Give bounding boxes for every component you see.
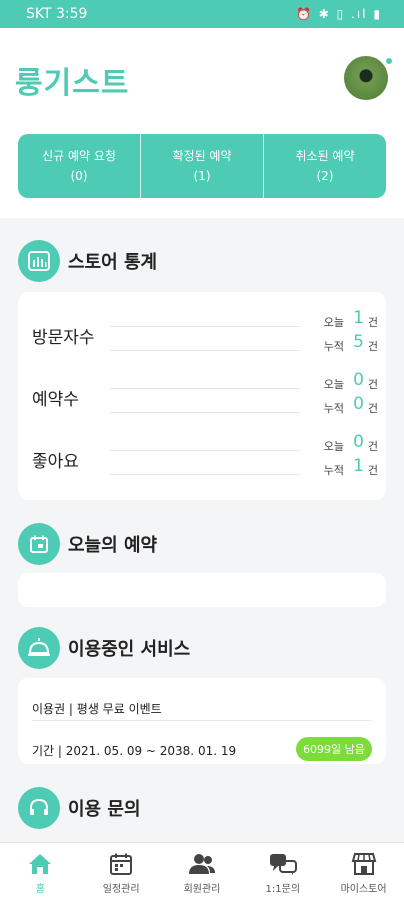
stat-label: 좋아요 — [32, 452, 79, 472]
service-card: 이용권 | 평생 무료 이벤트 기간 | 2021. 05. 09 ~ 2038… — [18, 678, 386, 764]
store-icon — [351, 851, 377, 877]
stat-total: 누적 1 건 — [323, 456, 378, 477]
stat-row-reservations: 예약수 오늘 0 건 누적 0 건 — [18, 368, 386, 424]
status-bar: SKT 3:59 ⏰ ✱ ▯ .ıl ▮ — [0, 0, 404, 28]
divider — [110, 412, 300, 413]
reservation-summary: 신규 예약 요청 (0) 확정된 예약 (1) 취소된 예약 (2) — [18, 134, 386, 198]
today-reservations-card — [18, 573, 386, 607]
inquiry-title: 이용 문의 — [68, 799, 141, 820]
nav-schedule[interactable]: 일정관리 — [81, 843, 162, 900]
stats-card: 방문자수 오늘 1 건 누적 5 건 예약수 오늘 0 건 누적 0 건 좋아요 — [18, 292, 386, 500]
divider — [110, 450, 300, 451]
stats-section-header: 스토어 통계 — [18, 240, 157, 282]
divider — [110, 326, 300, 327]
cancelled-reservation-label: 취소된 예약 — [295, 149, 355, 163]
headset-icon — [18, 787, 60, 829]
today-reservations-header: 오늘의 예약 — [18, 523, 157, 565]
stat-label: 예약수 — [32, 390, 79, 410]
stat-total: 누적 5 건 — [323, 332, 378, 353]
confirmed-reservation-button[interactable]: 확정된 예약 (1) — [141, 134, 264, 198]
stat-today-value: 0 — [353, 370, 364, 390]
calendar-icon — [109, 851, 133, 877]
bell-service-icon — [18, 627, 60, 669]
days-remaining-badge: 6099일 남음 — [296, 737, 372, 761]
stat-today: 오늘 0 건 — [323, 370, 378, 391]
users-icon — [188, 851, 216, 877]
nav-label: 회원관리 — [183, 884, 221, 895]
chat-icon — [269, 851, 297, 877]
stat-today-value: 0 — [353, 432, 364, 452]
divider — [32, 720, 372, 721]
nav-label: 일정관리 — [102, 884, 140, 895]
stat-today: 오늘 1 건 — [323, 308, 378, 329]
stat-total-value: 0 — [353, 394, 364, 414]
cancelled-reservation-button[interactable]: 취소된 예약 (2) — [264, 134, 386, 198]
nav-members[interactable]: 회원관리 — [162, 843, 243, 900]
online-dot-icon — [384, 56, 394, 66]
stat-today: 오늘 0 건 — [323, 432, 378, 453]
status-icons: ⏰ ✱ ▯ .ıl ▮ — [296, 7, 382, 21]
nav-label: 1:1문의 — [265, 884, 301, 895]
app-title: 룽기스트 — [15, 66, 130, 101]
confirmed-reservation-count: (1) — [193, 169, 211, 183]
inquiry-section-header: 이용 문의 — [18, 787, 141, 829]
nav-home[interactable]: 홈 — [0, 843, 81, 900]
stat-label: 방문자수 — [32, 328, 95, 348]
stat-row-likes: 좋아요 오늘 0 건 누적 1 건 — [18, 430, 386, 486]
nav-inquiry[interactable]: 1:1문의 — [242, 843, 323, 900]
stat-total: 누적 0 건 — [323, 394, 378, 415]
today-reservations-title: 오늘의 예약 — [68, 535, 158, 556]
stat-row-visitors: 방문자수 오늘 1 건 누적 5 건 — [18, 306, 386, 362]
nav-label: 홈 — [35, 884, 45, 895]
service-section-header: 이용중인 서비스 — [18, 627, 190, 669]
stat-total-value: 5 — [353, 332, 364, 352]
bottom-nav: 홈 일정관리 회원관리 1:1문의 마이스토어 — [0, 842, 404, 900]
service-plan: 이용권 | 평생 무료 이벤트 — [32, 702, 162, 716]
divider — [110, 350, 300, 351]
divider — [110, 388, 300, 389]
new-reservation-button[interactable]: 신규 예약 요청 (0) — [18, 134, 141, 198]
service-period: 기간 | 2021. 05. 09 ~ 2038. 01. 19 — [32, 744, 237, 758]
cancelled-reservation-count: (2) — [316, 169, 334, 183]
avatar[interactable] — [344, 56, 388, 100]
confirmed-reservation-label: 확정된 예약 — [172, 149, 232, 163]
new-reservation-count: (0) — [70, 169, 88, 183]
nav-my-store[interactable]: 마이스토어 — [323, 843, 404, 900]
stats-title: 스토어 통계 — [68, 252, 158, 273]
bar-chart-icon — [18, 240, 60, 282]
service-title: 이용중인 서비스 — [68, 639, 191, 660]
calendar-icon — [18, 523, 60, 565]
home-icon — [27, 851, 53, 877]
header: 룽기스트 신규 예약 요청 (0) 확정된 예약 (1) 취소된 예약 (2) — [0, 28, 404, 218]
stat-total-value: 1 — [353, 456, 364, 476]
divider — [110, 474, 300, 475]
new-reservation-label: 신규 예약 요청 — [42, 149, 116, 163]
nav-label: 마이스토어 — [340, 884, 387, 895]
carrier-time: SKT 3:59 — [26, 6, 88, 22]
stat-today-value: 1 — [353, 308, 364, 328]
